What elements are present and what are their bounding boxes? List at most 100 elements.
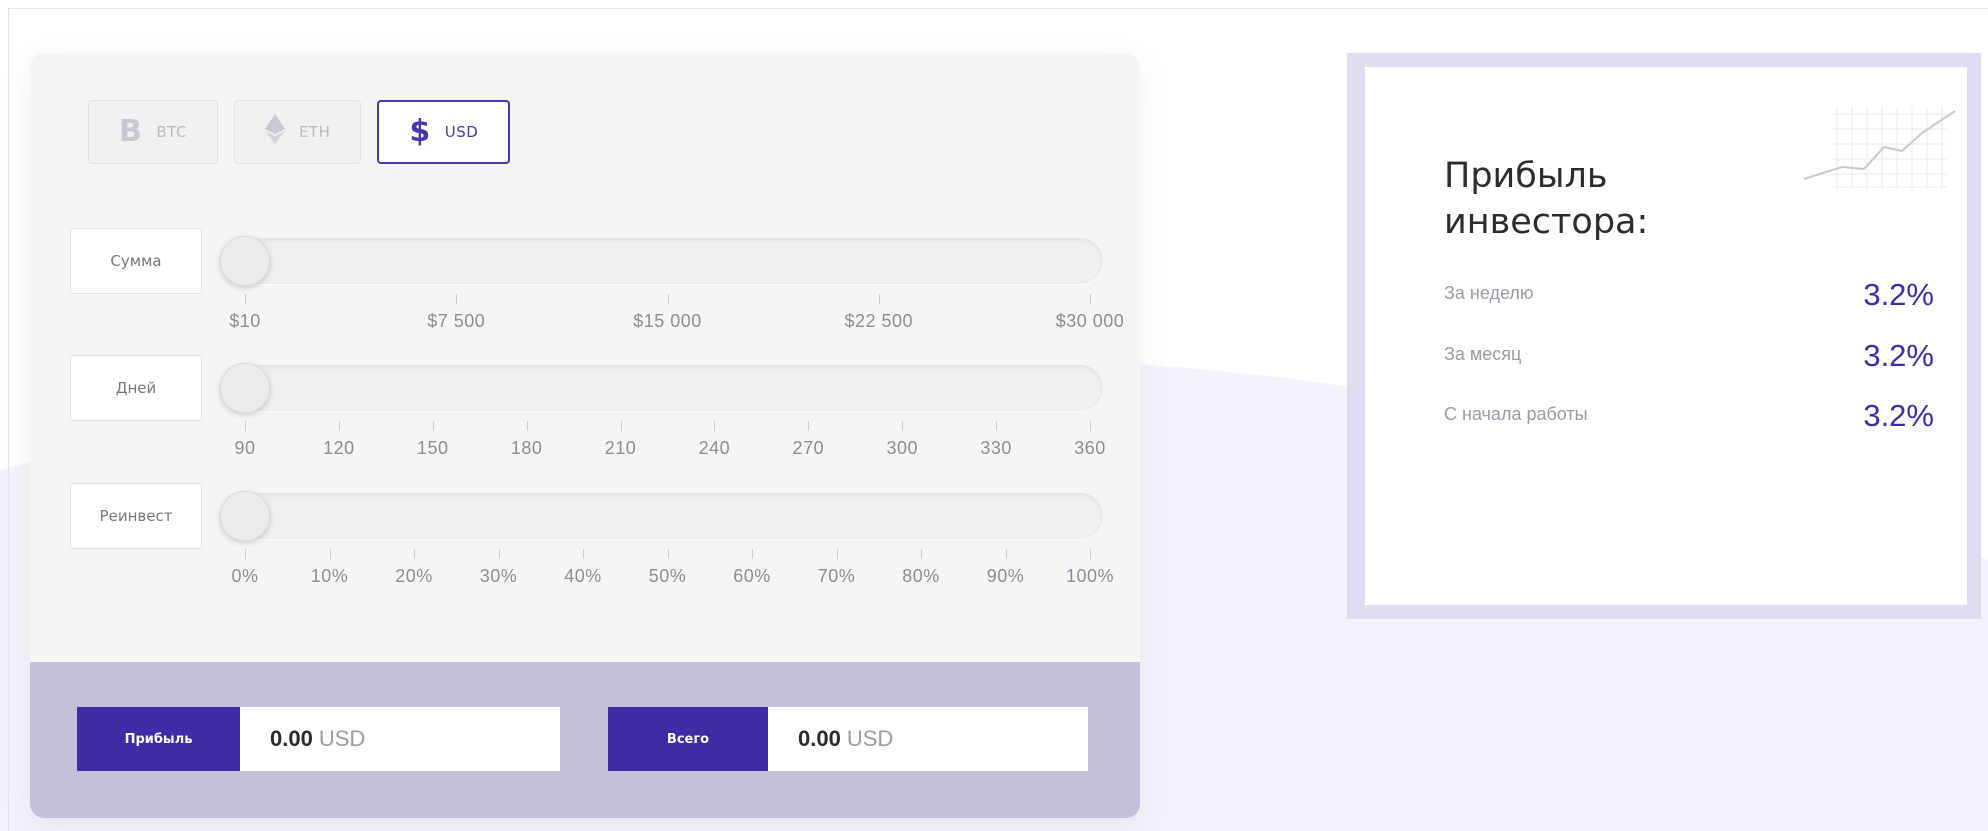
tick-label: 30% [479,566,518,586]
tick-mark [245,421,246,431]
tick-label: 240 [698,438,731,458]
tick-mark [667,549,669,559]
tick-label: 10% [310,566,349,586]
tick-label: 90 [234,438,256,458]
tick-mark [620,421,622,431]
tick-label: 180 [510,438,543,458]
tick-mark [583,549,584,559]
tick-mark [498,549,500,559]
tick-mark [1005,549,1007,559]
tick-label: 40% [564,566,602,586]
tick-mark [329,549,331,559]
tick-mark [1090,294,1091,304]
tick-label: 360 [1074,438,1106,458]
tick-mark [667,294,669,304]
investor-profit-panel: Прибыль инвестора: За неделю 3.2% За мес… [1347,53,1981,619]
tick-mark [1090,421,1091,431]
days-scale: 90 120 150 180 210 240 270 300 330 360 [234,421,1105,481]
currency-eth-button[interactable]: ETH [233,100,362,164]
profit-week-row: За неделю 3.2% [1444,277,1934,317]
tick-label: 330 [980,438,1012,458]
tick-label: 70% [817,566,856,586]
tick-label: 210 [604,438,637,458]
currency-label: USD [444,123,479,141]
investor-profit-card: Прибыль инвестора: За неделю 3.2% За мес… [1365,67,1967,605]
tick-mark [414,549,415,559]
profit-total-row: С начала работы 3.2% [1444,398,1934,438]
tick-label: 20% [395,566,433,586]
days-label: Дней [70,355,202,421]
tick-label: 150 [416,438,449,458]
profit-alltime-value: 3.2% [1863,398,1934,433]
days-slider-handle[interactable] [220,363,270,413]
tick-mark [996,421,998,431]
tick-label: 50% [648,566,687,586]
growth-chart-icon [1803,107,1956,189]
tick-label: 100% [1065,566,1115,586]
profit-week-label: За неделю [1444,283,1534,303]
tick-mark [432,421,434,431]
investor-profit-title: Прибыль инвестора: [1444,156,1649,242]
tick-mark [808,421,810,431]
amount-scale: $10 $7 500 $15 000 $22 500 $30 000 [229,294,1124,354]
tick-label: 120 [323,438,355,458]
profit-result: Прибыль 0.00 USD [77,707,560,771]
tick-mark [878,294,880,304]
tick-label: $30 000 [1055,311,1125,331]
tick-label: 300 [886,438,918,458]
tick-label: $15 000 [633,311,702,331]
tick-mark [1090,549,1091,559]
ethereum-icon [264,114,285,150]
tick-label: 80% [902,566,940,586]
reinvest-scale: 0% 10% 20% 30% 40% 50% 60% 70% 80% 90% 100% [231,549,1114,609]
tick-mark [338,421,340,431]
total-amount: 0.00 [798,726,841,751]
profit-currency: USD [318,726,366,751]
reinvest-label: Реинвест [70,483,202,549]
investment-calculator: B BTC ETH $ USD Сумма $10 $7 500 $15 000 $2… [30,53,1140,818]
profit-month-row: За месяц 3.2% [1444,338,1934,378]
amount-label: Сумма [70,228,202,294]
tick-mark [714,421,716,431]
reinvest-slider-handle[interactable] [220,491,270,541]
amount-slider-row: Сумма $10 $7 500 $15 000 $22 500 $30 000 [70,228,1130,348]
tick-label: 60% [733,566,771,586]
currency-label: BTC [156,123,187,141]
currency-usd-button[interactable]: $ USD [377,100,511,164]
tick-mark [836,549,838,559]
total-result: Всего 0.00 USD [608,707,1088,771]
amount-slider-handle[interactable] [220,236,270,286]
tick-label: $22 500 [844,311,914,331]
tick-mark [456,294,458,304]
currency-btc-button[interactable]: B BTC [88,100,218,164]
total-value: 0.00 USD [768,707,1088,771]
currency-label: ETH [298,123,331,141]
profit-label: Прибыль [77,707,240,771]
days-slider-track[interactable] [220,363,1103,413]
tick-mark [921,549,922,559]
tick-mark [902,421,904,431]
profit-week-value: 3.2% [1863,277,1934,312]
profit-amount: 0.00 [270,726,313,751]
tick-mark [526,421,528,431]
dollar-icon: $ [409,114,431,149]
reinvest-slider-track[interactable] [220,491,1103,541]
profit-alltime-label: С начала работы [1444,404,1588,424]
bitcoin-icon: B [119,114,143,149]
reinvest-slider-row: Реинвест 0% 10% 20% 30% 40% 50% 60% 70% 80% 90% 10… [70,483,1130,603]
profit-value: 0.00 USD [240,707,560,771]
total-label: Всего [608,707,768,771]
tick-label: $7 500 [427,311,486,331]
total-currency: USD [846,726,894,751]
tick-label: $10 [229,311,261,331]
days-slider-row: Дней 90 120 150 180 210 240 270 300 330 360 [70,355,1130,475]
tick-label: 270 [792,438,825,458]
currency-selector: B BTC ETH $ USD [88,100,511,164]
profit-month-value: 3.2% [1863,338,1934,373]
tick-label: 90% [986,566,1025,586]
profit-month-label: За месяц [1444,344,1522,364]
amount-slider-track[interactable] [220,236,1103,286]
tick-mark [752,549,753,559]
tick-label: 0% [231,566,259,586]
results-bar: Прибыль 0.00 USD Всего 0.00 USD [30,662,1140,818]
